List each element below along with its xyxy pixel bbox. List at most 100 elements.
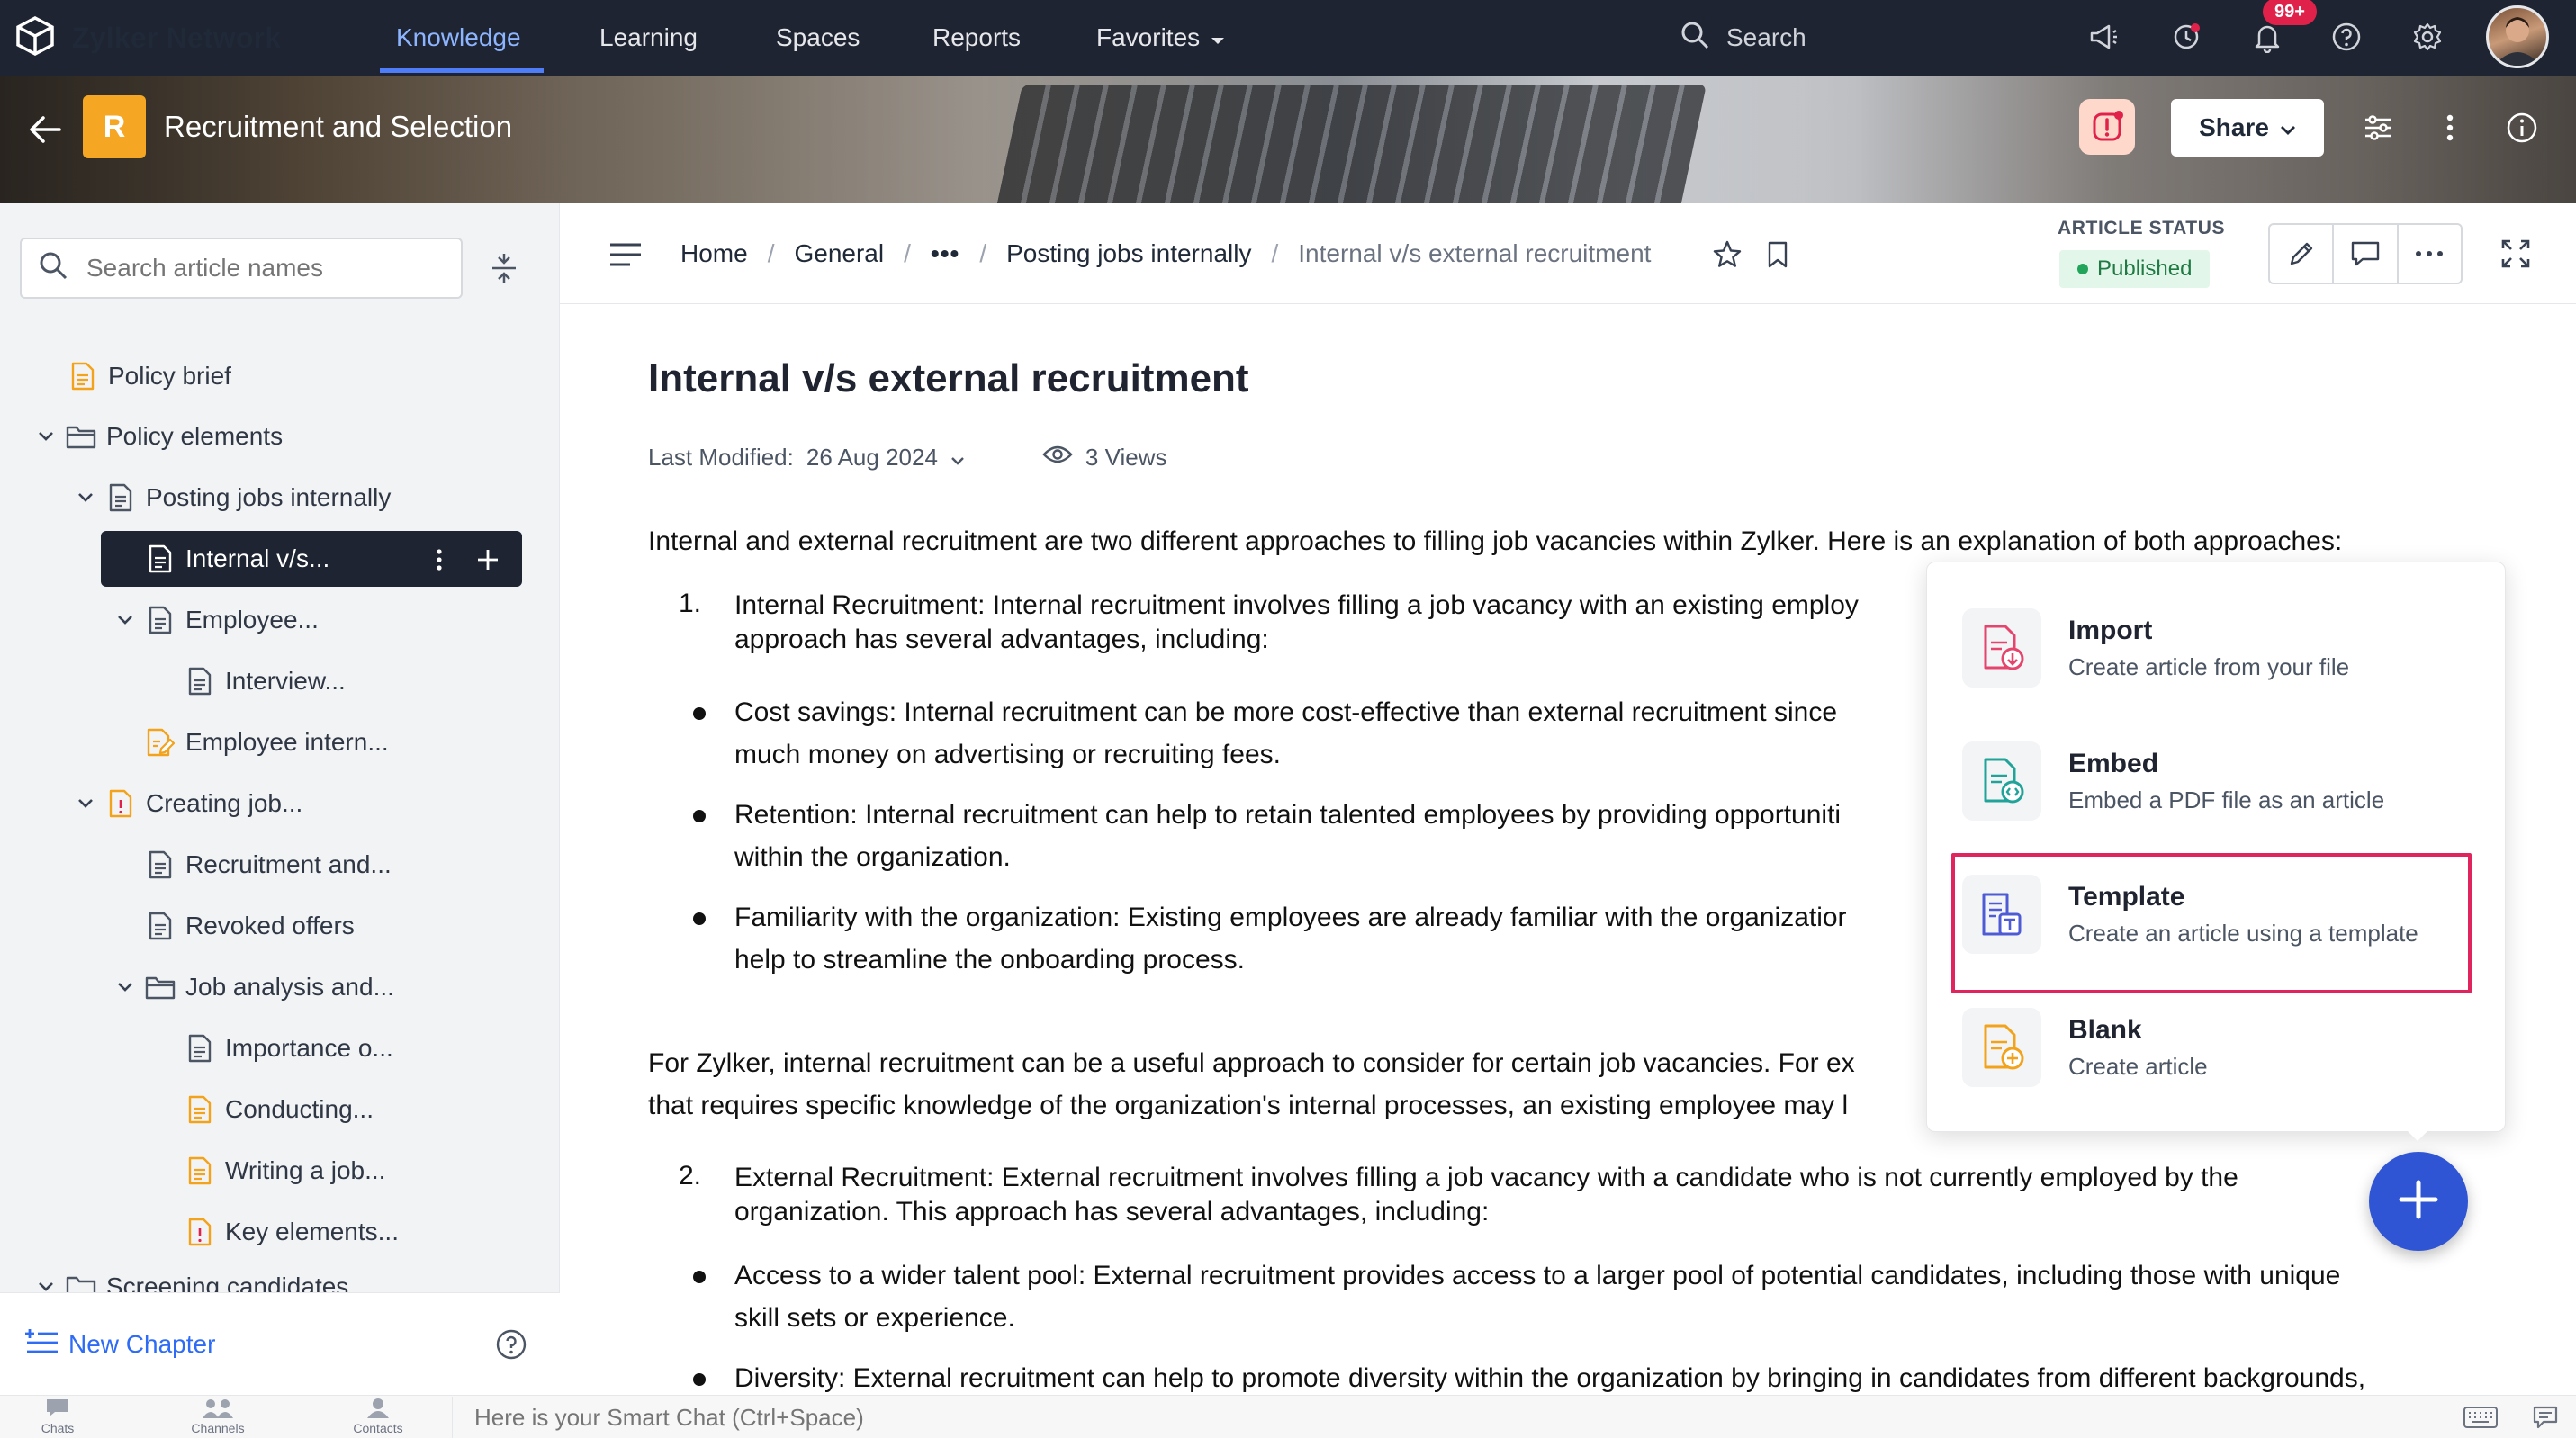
template-highlight-box [1951, 853, 2472, 993]
announcement-icon[interactable] [2081, 14, 2126, 59]
help-icon[interactable] [2324, 14, 2369, 59]
global-search[interactable]: Search [1680, 0, 1806, 76]
star-icon[interactable] [1707, 232, 1748, 277]
menu-item-desc: Embed a PDF file as an article [2068, 786, 2385, 813]
breadcrumb-separator: / [767, 239, 775, 267]
breadcrumb-separator: / [979, 239, 987, 267]
tree-item-employee[interactable]: Employee... [113, 593, 319, 647]
menu-item-import[interactable]: Import Create article from your file [1962, 596, 2484, 700]
paragraph-line: For Zylker, internal recruitment can be … [648, 1048, 1855, 1078]
breadcrumb-home[interactable]: Home [680, 239, 748, 268]
chats-label: Chats [41, 1421, 75, 1435]
article-search[interactable] [20, 238, 463, 299]
more-vertical-icon[interactable] [423, 544, 455, 576]
tree-item-internal-vs[interactable]: Internal v/s... [144, 532, 329, 586]
smart-chat-bar[interactable] [452, 1397, 2432, 1438]
share-button-label: Share [2199, 113, 2269, 141]
doc-icon [144, 604, 176, 636]
contacts-tab[interactable]: Contacts [324, 1397, 432, 1438]
chevron-down-icon[interactable] [74, 792, 97, 815]
chat-window-icon[interactable] [2526, 1400, 2565, 1434]
keyboard-icon[interactable] [2461, 1402, 2500, 1433]
last-modified-date[interactable]: 26 Aug 2024 [806, 444, 938, 472]
article-search-input[interactable] [85, 253, 445, 283]
tree-item-recruitment-and[interactable]: Recruitment and... [144, 838, 392, 892]
breadcrumb-general[interactable]: General [794, 239, 884, 268]
menu-item-title: Embed [2068, 748, 2159, 778]
tree-item-screening[interactable]: Screening candidates [34, 1267, 538, 1292]
tree-item-writing-job[interactable]: Writing a job... [184, 1144, 385, 1198]
orange-doc-icon [184, 1155, 216, 1187]
tree-item-screening-clip: Screening candidates [34, 1267, 538, 1292]
hamburger-menu-icon[interactable] [603, 232, 648, 277]
article-action-group [2268, 223, 2463, 284]
breadcrumb-separator: / [1271, 239, 1279, 267]
new-chapter-button[interactable]: New Chapter [23, 1319, 215, 1370]
nav-learning[interactable]: Learning [599, 0, 698, 76]
intro-paragraph: Internal and external recruitment are tw… [648, 526, 2343, 556]
comment-icon[interactable] [2334, 225, 2399, 283]
tree-item-job-analysis[interactable]: Job analysis and... [113, 960, 394, 1014]
smart-chat-input[interactable] [473, 1402, 2183, 1433]
folder-icon [65, 420, 97, 453]
chevron-down-icon[interactable] [34, 425, 58, 448]
chevron-down-icon[interactable] [113, 608, 137, 632]
menu-item-title: Import [2068, 615, 2153, 645]
new-chapter-label: New Chapter [68, 1330, 216, 1358]
chats-tab[interactable]: Chats [4, 1397, 112, 1438]
nav-knowledge[interactable]: Knowledge [396, 0, 521, 76]
contacts-icon [365, 1397, 392, 1421]
tree-item-conducting[interactable]: Conducting... [184, 1083, 374, 1137]
fullscreen-icon[interactable] [2493, 230, 2538, 277]
tree-item-policy-brief[interactable]: Policy brief [67, 349, 231, 403]
tree-item-importance[interactable]: Importance o... [184, 1021, 393, 1075]
activity-icon[interactable] [2164, 14, 2209, 59]
nav-favorites[interactable]: Favorites [1096, 0, 1225, 76]
nav-reports[interactable]: Reports [932, 0, 1021, 76]
chevron-down-icon[interactable] [950, 444, 965, 472]
bullet-line: Cost savings: Internal recruitment can b… [734, 697, 1838, 727]
menu-item-embed[interactable]: Embed Embed a PDF file as an article [1962, 729, 2484, 833]
create-article-button[interactable] [2369, 1152, 2468, 1251]
nav-spaces[interactable]: Spaces [776, 0, 860, 76]
tree-item-label: Key elements... [225, 1218, 399, 1245]
space-badge: R [83, 95, 146, 158]
folder-icon [65, 1271, 97, 1292]
tree-item-label: Recruitment and... [185, 850, 392, 878]
more-vertical-icon[interactable] [2423, 101, 2477, 155]
avatar[interactable] [2486, 5, 2549, 68]
tree-item-employee-intern[interactable]: Employee intern... [144, 715, 389, 769]
tree-item-revoked-offers[interactable]: Revoked offers [144, 899, 355, 953]
bullet-line: within the organization. [734, 842, 1011, 872]
orange-doc-icon [184, 1216, 216, 1248]
chevron-down-icon[interactable] [113, 975, 137, 999]
share-button[interactable]: Share [2171, 99, 2324, 157]
tree-item-label: Policy elements [106, 422, 284, 450]
list-item-external: External Recruitment: External recruitme… [734, 1161, 2238, 1229]
back-arrow-icon[interactable] [18, 103, 72, 157]
bookmark-icon[interactable] [1757, 232, 1798, 277]
info-icon[interactable] [2495, 101, 2549, 155]
more-horizontal-icon[interactable] [2399, 225, 2461, 283]
chevron-down-icon[interactable] [74, 486, 97, 509]
alert-button[interactable] [2079, 99, 2135, 155]
menu-item-blank[interactable]: Blank Create article [1962, 995, 2484, 1100]
brand[interactable]: Zylker Network [13, 0, 281, 76]
breadcrumb-posting-jobs[interactable]: Posting jobs internally [1006, 239, 1251, 268]
channels-tab[interactable]: Channels [164, 1397, 272, 1438]
edit-pencil-icon[interactable] [2270, 225, 2335, 283]
gear-icon[interactable] [2405, 14, 2450, 59]
tree-item-creating-job[interactable]: Creating job... [74, 777, 302, 831]
tree-item-key-elements[interactable]: Key elements... [184, 1205, 399, 1259]
bullet-line: Diversity: External recruitment can help… [734, 1363, 2366, 1393]
chevron-down-icon[interactable] [34, 1275, 58, 1292]
plus-icon[interactable] [472, 544, 504, 576]
collapse-all-icon[interactable] [481, 245, 527, 292]
settings-sliders-icon[interactable] [2351, 101, 2405, 155]
tree-item-interview[interactable]: Interview... [184, 654, 346, 708]
channels-label: Channels [191, 1421, 245, 1435]
breadcrumb-ellipsis[interactable]: ••• [931, 239, 959, 268]
help-icon[interactable] [486, 1319, 536, 1370]
tree-item-policy-elements[interactable]: Policy elements [34, 409, 283, 463]
tree-item-posting-jobs[interactable]: Posting jobs internally [74, 471, 391, 525]
